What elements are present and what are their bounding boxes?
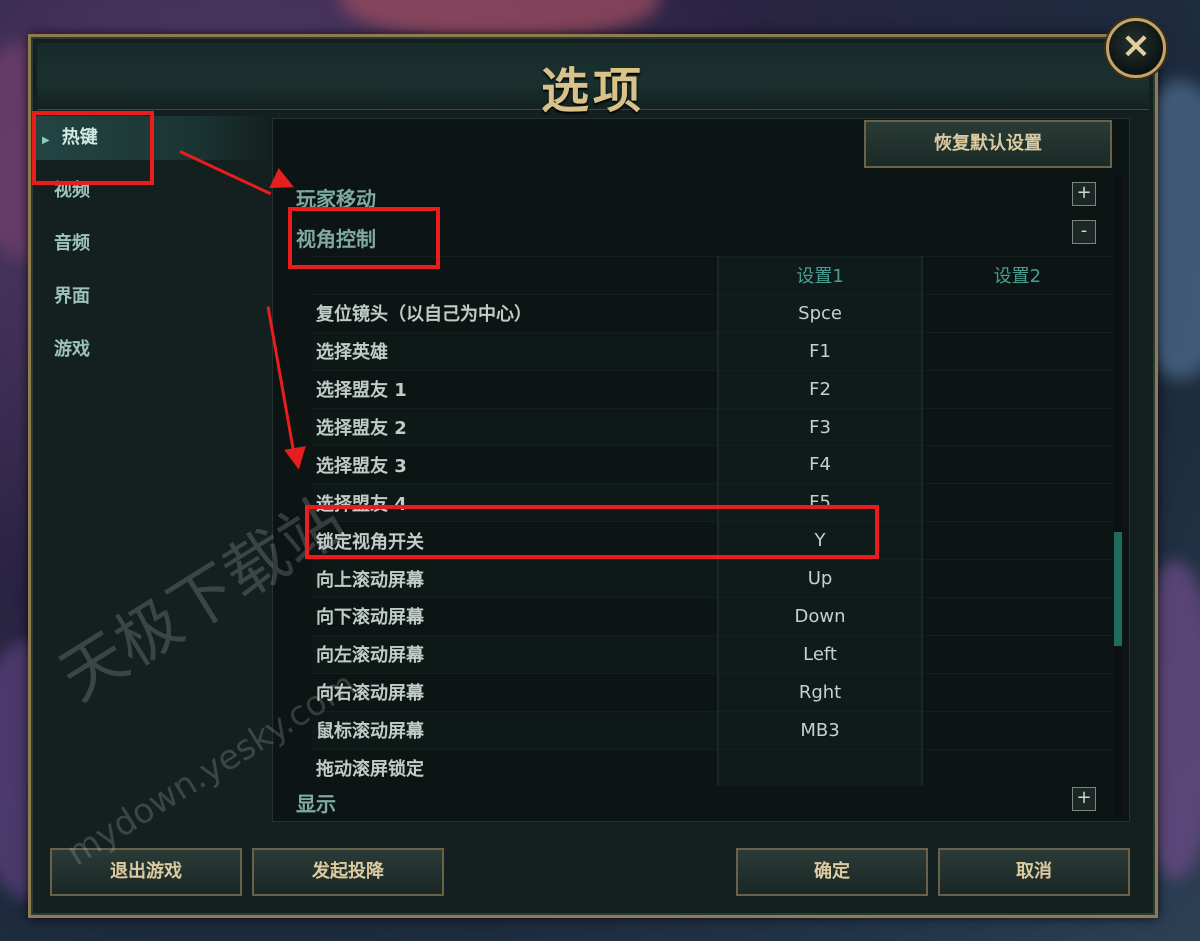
key-binding-2[interactable] [920, 407, 1112, 446]
table-row: 选择盟友 1 F2 [312, 369, 1112, 409]
action-name: 向下滚动屏幕 [312, 597, 719, 636]
scrollbar-thumb[interactable] [1114, 532, 1122, 646]
dialog-title: 选项 [540, 63, 645, 119]
sidebar-item-interface[interactable]: 界面 [36, 275, 272, 319]
table-row: 选择英雄 F1 [312, 331, 1112, 371]
close-button[interactable]: × [1106, 18, 1166, 78]
key-binding-2[interactable] [920, 710, 1112, 750]
annotation-box-lock-camera [305, 505, 879, 559]
key-binding-1[interactable]: F3 [717, 407, 922, 446]
key-binding-1[interactable]: Up [717, 559, 922, 598]
action-name: 复位镜头（以自己为中心） [312, 293, 719, 333]
key-binding-2[interactable] [920, 293, 1112, 333]
section-display[interactable]: 显示 [296, 788, 336, 817]
action-name: 鼠标滚动屏幕 [312, 710, 719, 750]
action-name: 向上滚动屏幕 [312, 559, 719, 598]
key-binding-1[interactable]: Down [717, 597, 922, 636]
key-binding-1[interactable]: MB3 [717, 710, 922, 750]
annotation-box-hotkeys [32, 111, 154, 185]
key-binding-1[interactable]: Rght [717, 672, 922, 712]
key-binding-2[interactable] [920, 521, 1112, 560]
action-name: 选择盟友 3 [312, 445, 719, 484]
key-binding-1[interactable]: F2 [717, 369, 922, 409]
key-binding-1[interactable] [717, 748, 922, 787]
action-name: 向左滚动屏幕 [312, 634, 719, 674]
table-row: 选择盟友 2 F3 [312, 407, 1112, 446]
key-binding-1[interactable]: Spce [717, 293, 922, 333]
sidebar-item-audio[interactable]: 音频 [36, 222, 272, 266]
action-name: 选择盟友 2 [312, 407, 719, 446]
cancel-button[interactable]: 取消 [938, 848, 1130, 896]
dialog-title-bar: 选项 [37, 43, 1149, 119]
key-binding-2[interactable] [920, 597, 1112, 636]
key-binding-2[interactable] [920, 369, 1112, 409]
collapse-icon[interactable]: - [1072, 220, 1096, 244]
key-binding-2[interactable] [920, 445, 1112, 484]
column-header-setting2: 设置2 [920, 256, 1112, 295]
scrollbar-track[interactable] [1114, 176, 1122, 816]
table-row: 向上滚动屏幕 Up [312, 559, 1112, 598]
key-binding-2[interactable] [920, 559, 1112, 598]
action-name: 拖动滚屏锁定 [312, 748, 719, 787]
sidebar-item-game[interactable]: 游戏 [36, 328, 272, 372]
action-name: 选择英雄 [312, 331, 719, 371]
table-row: 向右滚动屏幕 Rght [312, 672, 1112, 712]
table-row: 向左滚动屏幕 Left [312, 634, 1112, 674]
table-row: 向下滚动屏幕 Down [312, 597, 1112, 636]
table-row: 拖动滚屏锁定 [312, 748, 1112, 787]
expand-icon[interactable]: + [1072, 787, 1096, 811]
key-binding-1[interactable]: F1 [717, 331, 922, 371]
sidebar-item-label: 游戏 [54, 339, 90, 360]
table-row: 鼠标滚动屏幕 MB3 [312, 710, 1112, 750]
key-binding-2[interactable] [920, 748, 1112, 787]
annotation-box-camera [288, 207, 440, 269]
key-binding-1[interactable]: F4 [717, 445, 922, 484]
table-row: 选择盟友 3 F4 [312, 445, 1112, 484]
key-binding-2[interactable] [920, 634, 1112, 674]
annotation-arrowhead [284, 446, 310, 472]
key-binding-2[interactable] [920, 672, 1112, 712]
sidebar-item-label: 界面 [54, 286, 90, 307]
confirm-button[interactable]: 确定 [736, 848, 928, 896]
table-row: 复位镜头（以自己为中心） Spce [312, 293, 1112, 333]
action-name: 向右滚动屏幕 [312, 672, 719, 712]
restore-defaults-button[interactable]: 恢复默认设置 [864, 120, 1112, 168]
action-name: 选择盟友 1 [312, 369, 719, 409]
key-binding-1[interactable]: Left [717, 634, 922, 674]
expand-icon[interactable]: + [1072, 182, 1096, 206]
close-icon: × [1120, 25, 1152, 66]
surrender-button[interactable]: 发起投降 [252, 848, 444, 896]
sidebar-item-label: 音频 [54, 233, 90, 254]
key-binding-2[interactable] [920, 331, 1112, 371]
key-binding-2[interactable] [920, 483, 1112, 522]
column-header-setting1: 设置1 [717, 256, 922, 295]
